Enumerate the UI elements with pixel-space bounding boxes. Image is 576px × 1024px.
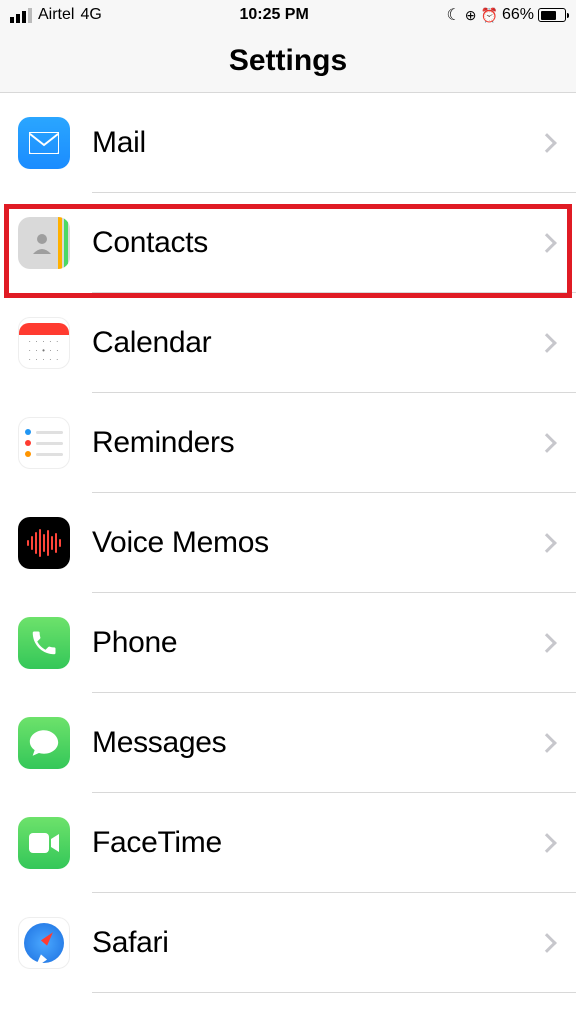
settings-row-facetime[interactable]: FaceTime — [0, 793, 576, 893]
chevron-right-icon — [537, 233, 557, 253]
chevron-right-icon — [537, 533, 557, 553]
settings-row-calendar[interactable]: · · · · ·· · • · ·· · · · · Calendar — [0, 293, 576, 393]
alarm-icon: ⏰ — [481, 7, 498, 24]
settings-list: Mail Contacts · · · · ·· · • · ·· · · · … — [0, 93, 576, 993]
contacts-icon — [18, 217, 70, 269]
settings-row-messages[interactable]: Messages — [0, 693, 576, 793]
network-label: 4G — [80, 6, 101, 24]
status-right: ☾ ⊕ ⏰ 66% — [446, 5, 566, 25]
orientation-lock-icon: ⊕ — [465, 7, 477, 24]
clock-label: 10:25 PM — [239, 6, 308, 24]
settings-row-phone[interactable]: Phone — [0, 593, 576, 693]
battery-pct-label: 66% — [502, 6, 534, 24]
row-label: Contacts — [92, 226, 540, 260]
chevron-right-icon — [537, 833, 557, 853]
nav-bar: Settings — [0, 30, 576, 93]
row-label: Voice Memos — [92, 526, 540, 560]
dnd-icon: ☾ — [446, 5, 460, 25]
carrier-label: Airtel — [38, 6, 74, 24]
messages-icon — [18, 717, 70, 769]
row-label: Reminders — [92, 426, 540, 460]
chevron-right-icon — [537, 133, 557, 153]
settings-row-reminders[interactable]: Reminders — [0, 393, 576, 493]
row-label: Mail — [92, 126, 540, 160]
settings-row-voice-memos[interactable]: Voice Memos — [0, 493, 576, 593]
safari-icon — [18, 917, 70, 969]
battery-icon — [538, 8, 566, 22]
chevron-right-icon — [537, 433, 557, 453]
row-label: FaceTime — [92, 826, 540, 860]
row-label: Phone — [92, 626, 540, 660]
row-label: Safari — [92, 926, 540, 960]
page-title: Settings — [0, 44, 576, 78]
reminders-icon — [18, 417, 70, 469]
battery-fill — [541, 11, 556, 20]
chevron-right-icon — [537, 333, 557, 353]
chevron-right-icon — [537, 933, 557, 953]
mail-icon — [18, 117, 70, 169]
facetime-icon — [18, 817, 70, 869]
status-left: Airtel 4G — [10, 6, 102, 24]
row-label: Calendar — [92, 326, 540, 360]
status-bar: Airtel 4G 10:25 PM ☾ ⊕ ⏰ 66% — [0, 0, 576, 30]
settings-row-mail[interactable]: Mail — [0, 93, 576, 193]
signal-icon — [10, 8, 32, 23]
voice-memos-icon — [18, 517, 70, 569]
phone-icon — [18, 617, 70, 669]
settings-row-safari[interactable]: Safari — [0, 893, 576, 993]
settings-row-contacts[interactable]: Contacts — [0, 193, 576, 293]
row-label: Messages — [92, 726, 540, 760]
chevron-right-icon — [537, 733, 557, 753]
calendar-icon: · · · · ·· · • · ·· · · · · — [18, 317, 70, 369]
chevron-right-icon — [537, 633, 557, 653]
